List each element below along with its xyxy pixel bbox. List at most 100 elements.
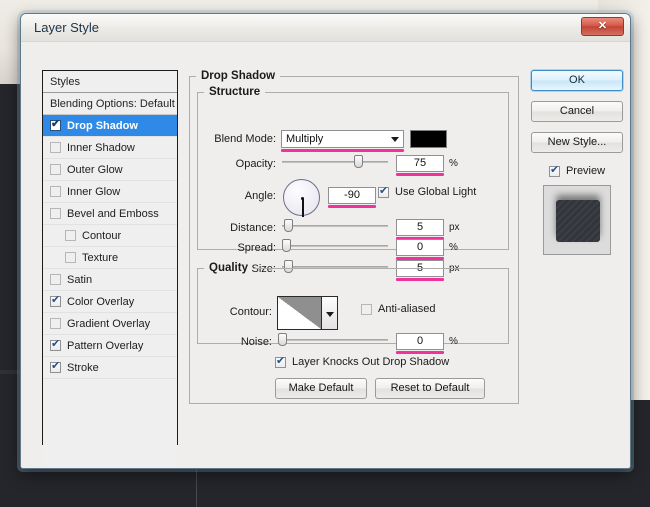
preview-thumbnail [543,185,611,255]
quality-group: Quality Contour: Anti-aliased Noise: [197,262,509,344]
ok-button[interactable]: OK [531,70,623,91]
style-checkbox-outer-glow[interactable] [50,164,61,175]
style-checkbox-color-overlay[interactable] [50,296,61,307]
noise-label: Noise: [198,336,272,348]
angle-label: Angle: [198,190,276,202]
noise-slider[interactable] [278,333,388,346]
style-row-pattern-overlay[interactable]: Pattern Overlay [43,335,177,357]
dialog-titlebar[interactable]: Layer Style ✕ [21,14,630,42]
style-row-label: Inner Glow [67,181,120,203]
layer-style-dialog: Layer Style ✕ Styles Blending Options: D… [20,13,631,469]
spread-slider[interactable] [282,239,388,252]
noise-input[interactable]: 0 [396,333,444,350]
contour-curve-graphic [278,297,321,329]
style-row-satin[interactable]: Satin [43,269,177,291]
preview-checkbox[interactable] [549,166,560,177]
structure-group: Structure Blend Mode: Multiply Opacity: … [197,86,509,250]
opacity-slider-thumb[interactable] [354,155,363,168]
opacity-slider[interactable] [282,155,388,168]
style-row-label: Bevel and Emboss [67,203,159,225]
style-row-outer-glow[interactable]: Outer Glow [43,159,177,181]
anti-aliased-label: Anti-aliased [378,303,435,315]
angle-dial[interactable] [283,179,320,216]
style-row-label: Drop Shadow [67,115,138,137]
cancel-button[interactable]: Cancel [531,101,623,122]
chevron-down-icon [326,312,334,317]
anti-aliased-row[interactable]: Anti-aliased [361,303,435,315]
style-checkbox-stroke[interactable] [50,362,61,373]
distance-input[interactable]: 5 [396,219,444,236]
style-row-gradient-overlay[interactable]: Gradient Overlay [43,313,177,335]
style-checkbox-bevel-and-emboss[interactable] [50,208,61,219]
angle-input[interactable]: -90 [328,187,376,204]
use-global-light-label: Use Global Light [395,186,476,198]
use-global-light-checkbox[interactable] [378,187,389,198]
layer-knocks-out-row[interactable]: Layer Knocks Out Drop Shadow [275,356,449,368]
close-icon[interactable]: ✕ [581,17,624,36]
style-row-contour[interactable]: Contour [43,225,177,247]
dialog-body: Styles Blending Options: Default Drop Sh… [21,42,631,469]
style-checkbox-inner-glow[interactable] [50,186,61,197]
style-row-texture[interactable]: Texture [43,247,177,269]
new-style-button[interactable]: New Style... [531,132,623,153]
reset-to-default-button[interactable]: Reset to Default [375,378,485,399]
style-checkbox-inner-shadow[interactable] [50,142,61,153]
preview-shape-graphic [556,200,600,242]
style-row-inner-glow[interactable]: Inner Glow [43,181,177,203]
style-checkbox-contour[interactable] [65,230,76,241]
style-row-color-overlay[interactable]: Color Overlay [43,291,177,313]
style-row-stroke[interactable]: Stroke [43,357,177,379]
make-default-button[interactable]: Make Default [275,378,367,399]
style-row-label: Pattern Overlay [67,335,143,357]
dialog-action-column: OK Cancel New Style... Preview [531,70,623,255]
distance-slider[interactable] [282,219,388,232]
opacity-label: Opacity: [198,158,276,170]
spread-slider-track [282,245,388,247]
anti-aliased-checkbox[interactable] [361,304,372,315]
distance-unit: px [449,222,460,233]
spread-input[interactable]: 0 [396,239,444,256]
style-checkbox-satin[interactable] [50,274,61,285]
style-checkbox-texture[interactable] [65,252,76,263]
contour-swatch[interactable] [277,296,322,330]
opacity-unit: % [449,158,458,169]
style-row-drop-shadow[interactable]: Drop Shadow [43,115,177,137]
shadow-color-swatch[interactable] [410,130,447,148]
style-row-bevel-and-emboss[interactable]: Bevel and Emboss [43,203,177,225]
distance-slider-thumb[interactable] [284,219,293,232]
style-checkbox-pattern-overlay[interactable] [50,340,61,351]
layer-knocks-out-label: Layer Knocks Out Drop Shadow [292,356,449,368]
contour-label: Contour: [198,306,272,318]
style-row-label: Gradient Overlay [67,313,150,335]
style-checkbox-drop-shadow[interactable] [50,120,61,131]
drop-shadow-group-title: Drop Shadow [196,70,280,82]
noise-slider-thumb[interactable] [278,333,287,346]
style-row-inner-shadow[interactable]: Inner Shadow [43,137,177,159]
preview-label: Preview [566,165,605,177]
angle-dial-needle [302,198,304,217]
blend-mode-label: Blend Mode: [198,133,276,145]
styles-list-panel: Styles Blending Options: Default Drop Sh… [42,70,178,445]
style-row-label: Texture [82,247,118,269]
style-row-label: Stroke [67,357,99,379]
preview-toggle-row[interactable]: Preview [531,165,623,177]
drop-shadow-settings-pane: Drop Shadow Structure Blend Mode: Multip… [189,70,519,445]
blending-options-row[interactable]: Blending Options: Default [43,93,177,115]
blend-mode-select[interactable]: Multiply [281,130,404,148]
spread-label: Spread: [198,242,276,254]
layer-knocks-out-checkbox[interactable] [275,357,286,368]
style-row-label: Outer Glow [67,159,123,181]
opacity-input[interactable]: 75 [396,155,444,172]
angle-dial-hub [301,197,304,200]
contour-dropdown-button[interactable] [322,296,338,330]
structure-group-title: Structure [204,86,265,98]
noise-slider-track [278,339,388,341]
angle-highlight [328,205,376,208]
use-global-light-row[interactable]: Use Global Light [378,186,476,198]
noise-highlight [396,351,444,354]
noise-unit: % [449,336,458,347]
spread-slider-thumb[interactable] [282,239,291,252]
styles-rows-container: Drop ShadowInner ShadowOuter GlowInner G… [43,115,177,379]
style-checkbox-gradient-overlay[interactable] [50,318,61,329]
quality-group-title: Quality [204,262,253,274]
